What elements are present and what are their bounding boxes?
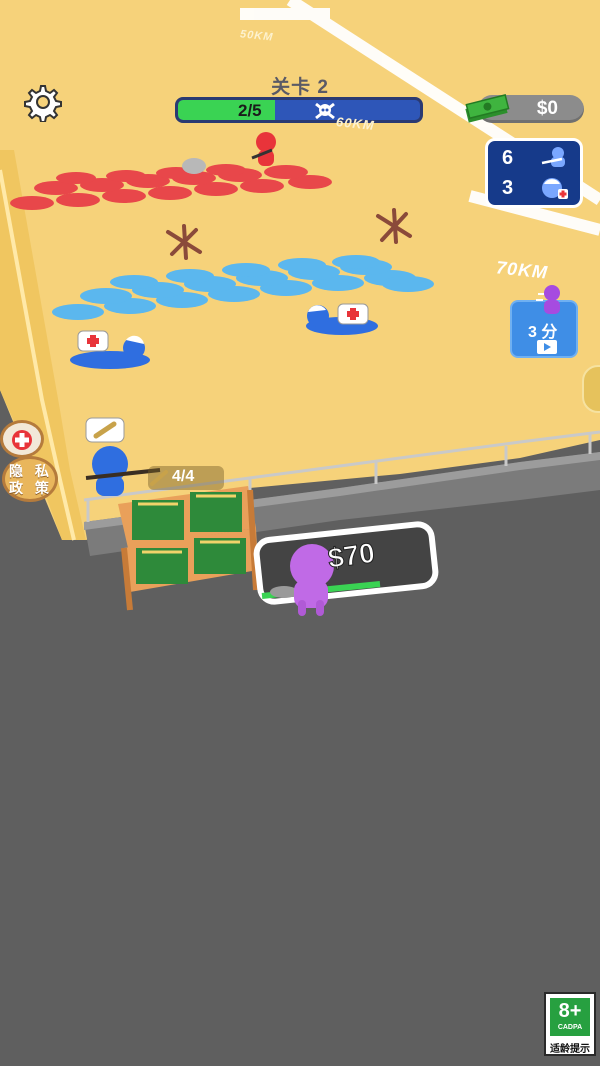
purchase-price[interactable]: $70	[326, 536, 378, 575]
wounded-soldier-right	[306, 303, 378, 335]
bullet-icon	[150, 470, 168, 486]
medic-button[interactable]	[0, 420, 44, 458]
wounded-count: 3	[502, 177, 514, 199]
age-rating-org: CADPA	[557, 1024, 583, 1031]
privacy-policy-label: 隐 私 政 策	[9, 463, 53, 496]
red-cross-icon	[12, 430, 32, 450]
rock	[182, 158, 206, 174]
blue-soldier-icon	[541, 147, 565, 167]
soldier-count: 6	[502, 147, 514, 169]
money-label: $0	[536, 98, 558, 119]
wave-progress-label: 2/5	[238, 101, 262, 120]
age-rating-note: 适龄提示	[550, 1044, 590, 1055]
age-rating-badge: 8+ CADPA 适龄提示	[544, 992, 596, 1056]
army-panel: 6 3	[485, 138, 583, 208]
purple-recruit-icon	[536, 285, 560, 314]
skull-crossbones-icon	[315, 102, 335, 120]
ammo-count-label: 4/4	[172, 468, 195, 485]
cash-stack-icon	[465, 94, 510, 123]
video-ad-icon	[537, 340, 557, 354]
privacy-policy-button[interactable]: 隐 私 政 策	[2, 456, 58, 502]
side-panel-tab[interactable]	[582, 365, 600, 413]
ammo-counter: 4/4	[148, 466, 224, 490]
age-rating-box: 8+ CADPA	[550, 998, 590, 1036]
age-rating: 8+	[558, 1000, 582, 1022]
wounded-soldier-icon	[542, 178, 568, 199]
wave-progress-bar: 2/5	[175, 97, 423, 123]
recruit-card[interactable]: 3 分	[510, 285, 578, 358]
